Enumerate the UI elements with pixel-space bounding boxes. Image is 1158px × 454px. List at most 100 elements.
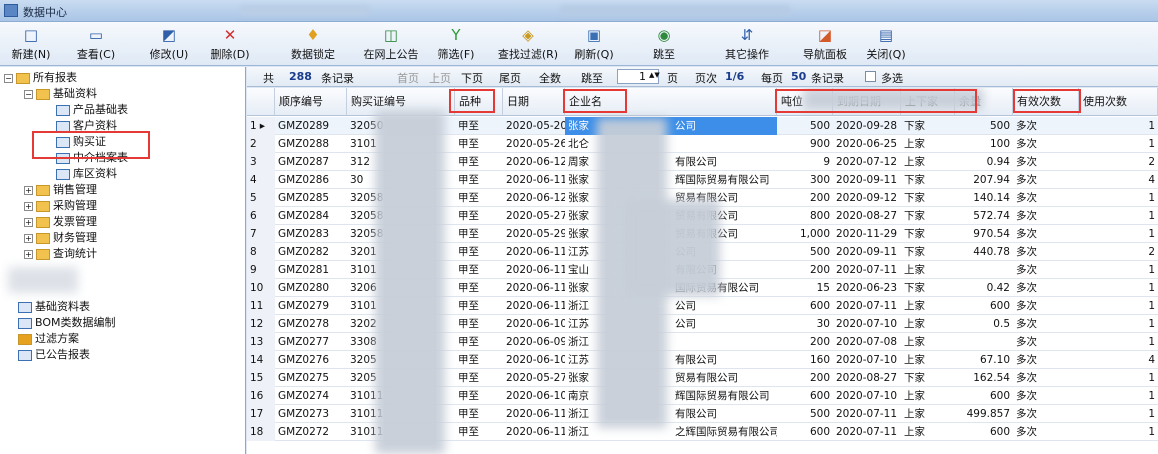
column-header[interactable]: 使用次数 [1079, 88, 1158, 116]
cell-valid[interactable]: 多次 [1013, 207, 1079, 225]
cell-company[interactable]: 张家 辉国际贸易有限公司 [565, 171, 777, 189]
cell-remain[interactable]: 600 [955, 387, 1013, 405]
cell-num[interactable]: 4 [247, 171, 275, 189]
cell-cert[interactable]: 31011 [347, 423, 455, 441]
cell-date[interactable]: 2020-06-11 [503, 297, 565, 315]
toolbar-button-7[interactable]: Y 筛选(F) [432, 24, 480, 64]
cell-cert[interactable]: 3101 [347, 297, 455, 315]
cell-valid[interactable]: 多次 [1013, 351, 1079, 369]
cell-variety[interactable]: 甲至 [455, 117, 503, 135]
cell-updown[interactable]: 下家 [901, 117, 955, 135]
cell-due[interactable]: 2020-06-23 [833, 279, 901, 297]
cell-cert[interactable]: 31011 [347, 387, 455, 405]
cell-cert[interactable]: 3206 [347, 279, 455, 297]
cell-updown[interactable]: 下家 [901, 279, 955, 297]
cell-company[interactable]: 张家 贸易有限公司 [565, 225, 777, 243]
cell-date[interactable]: 2020-06-11 [503, 171, 565, 189]
cell-used[interactable]: 1 [1079, 333, 1158, 351]
cell-updown[interactable]: 下家 [901, 171, 955, 189]
column-header[interactable]: 购买证编号 [347, 88, 455, 116]
table-row[interactable]: 15 GMZ0275 3205 甲至 2020-05-27 张家 贸易有限公司 200 2020… [247, 369, 1158, 387]
cell-valid[interactable]: 多次 [1013, 135, 1079, 153]
cell-cert[interactable]: 3201 [347, 243, 455, 261]
toolbar-button-10[interactable]: ◉ 跳至 [642, 24, 686, 64]
cell-company[interactable]: 江苏 公司 [565, 243, 777, 261]
cell-num[interactable]: 5 [247, 189, 275, 207]
multi-select-checkbox[interactable] [865, 71, 876, 82]
cell-date[interactable]: 2020-05-26 [503, 135, 565, 153]
cell-company[interactable]: 张家 贸易有限公司 [565, 189, 777, 207]
cell-tonnage[interactable]: 200 [777, 333, 833, 351]
cell-remain[interactable]: 207.94 [955, 171, 1013, 189]
cell-valid[interactable]: 多次 [1013, 279, 1079, 297]
cell-num[interactable]: 6 [247, 207, 275, 225]
prev-page-button[interactable]: 上页 [429, 70, 451, 86]
cell-variety[interactable]: 甲至 [455, 243, 503, 261]
cell-company[interactable]: 浙江 有限公司 [565, 405, 777, 423]
cell-seq[interactable]: GMZ0278 [275, 315, 347, 333]
table-row[interactable]: 1 ▸ GMZ0289 32050 甲至 2020-05-20 张家 公司 500 2020-09… [247, 117, 1158, 135]
collapse-icon[interactable]: − [4, 73, 13, 83]
cell-due[interactable]: 2020-08-27 [833, 207, 901, 225]
cell-variety[interactable]: 甲至 [455, 207, 503, 225]
cell-company[interactable]: 张家 贸易有限公司 [565, 207, 777, 225]
cell-updown[interactable]: 上家 [901, 387, 955, 405]
cell-date[interactable]: 2020-06-11 [503, 405, 565, 423]
column-header[interactable]: 顺序编号 [275, 88, 347, 116]
cell-seq[interactable]: GMZ0272 [275, 423, 347, 441]
cell-num[interactable]: 17 [247, 405, 275, 423]
cell-used[interactable]: 1 [1079, 225, 1158, 243]
cell-due[interactable]: 2020-07-11 [833, 423, 901, 441]
cell-num[interactable]: 9 [247, 261, 275, 279]
cell-due[interactable]: 2020-07-10 [833, 351, 901, 369]
cell-used[interactable]: 2 [1079, 153, 1158, 171]
tree-item-product[interactable]: 产品基础表 [56, 102, 128, 118]
cell-tonnage[interactable]: 200 [777, 369, 833, 387]
cell-num[interactable]: 10 [247, 279, 275, 297]
cell-due[interactable]: 2020-07-11 [833, 297, 901, 315]
cell-remain[interactable]: 67.10 [955, 351, 1013, 369]
cell-valid[interactable]: 多次 [1013, 297, 1079, 315]
cell-seq[interactable]: GMZ0282 [275, 243, 347, 261]
cell-used[interactable]: 1 [1079, 279, 1158, 297]
cell-cert[interactable]: 3101 [347, 135, 455, 153]
cell-valid[interactable]: 多次 [1013, 117, 1079, 135]
cell-cert[interactable]: 30 [347, 171, 455, 189]
cell-remain[interactable]: 140.14 [955, 189, 1013, 207]
cell-updown[interactable]: 下家 [901, 189, 955, 207]
cell-updown[interactable]: 上家 [901, 333, 955, 351]
cell-remain[interactable]: 0.5 [955, 315, 1013, 333]
cell-due[interactable]: 2020-07-11 [833, 405, 901, 423]
table-row[interactable]: 3 GMZ0287 312 甲至 2020-06-12 周家 有限公司 9 2020-07-12… [247, 153, 1158, 171]
cell-seq[interactable]: GMZ0280 [275, 279, 347, 297]
cell-tonnage[interactable]: 30 [777, 315, 833, 333]
table-row[interactable]: 12 GMZ0278 3202 甲至 2020-06-10 江苏 公司 30 2020-07-1… [247, 315, 1158, 333]
cell-used[interactable]: 1 [1079, 261, 1158, 279]
collapse-icon[interactable]: − [24, 89, 33, 99]
cell-date[interactable]: 2020-06-11 [503, 243, 565, 261]
jump-button[interactable]: 跳至 [581, 70, 603, 86]
cell-variety[interactable]: 甲至 [455, 153, 503, 171]
cell-cert[interactable]: 3205 [347, 369, 455, 387]
cell-variety[interactable]: 甲至 [455, 333, 503, 351]
tree-node-published[interactable]: 已公告报表 [18, 347, 90, 363]
toolbar-button-4[interactable]: ✕ 删除(D) [202, 24, 258, 64]
cell-valid[interactable]: 多次 [1013, 189, 1079, 207]
cell-seq[interactable]: GMZ0274 [275, 387, 347, 405]
tree-node-basic[interactable]: − 基础资料 [24, 86, 97, 102]
cell-num[interactable]: 8 [247, 243, 275, 261]
cell-updown[interactable]: 下家 [901, 225, 955, 243]
cell-cert[interactable]: 31011 [347, 405, 455, 423]
cell-updown[interactable]: 上家 [901, 423, 955, 441]
cell-used[interactable]: 2 [1079, 243, 1158, 261]
cell-tonnage[interactable]: 600 [777, 297, 833, 315]
cell-remain[interactable]: 0.42 [955, 279, 1013, 297]
cell-used[interactable]: 1 [1079, 297, 1158, 315]
column-header[interactable] [247, 88, 275, 116]
toolbar-button-8[interactable]: ◈ 查找过滤(R) [494, 24, 562, 64]
cell-date[interactable]: 2020-06-10 [503, 315, 565, 333]
cell-seq[interactable]: GMZ0275 [275, 369, 347, 387]
cell-company[interactable]: 周家 有限公司 [565, 153, 777, 171]
cell-date[interactable]: 2020-06-10 [503, 351, 565, 369]
expand-icon[interactable]: + [24, 185, 33, 195]
